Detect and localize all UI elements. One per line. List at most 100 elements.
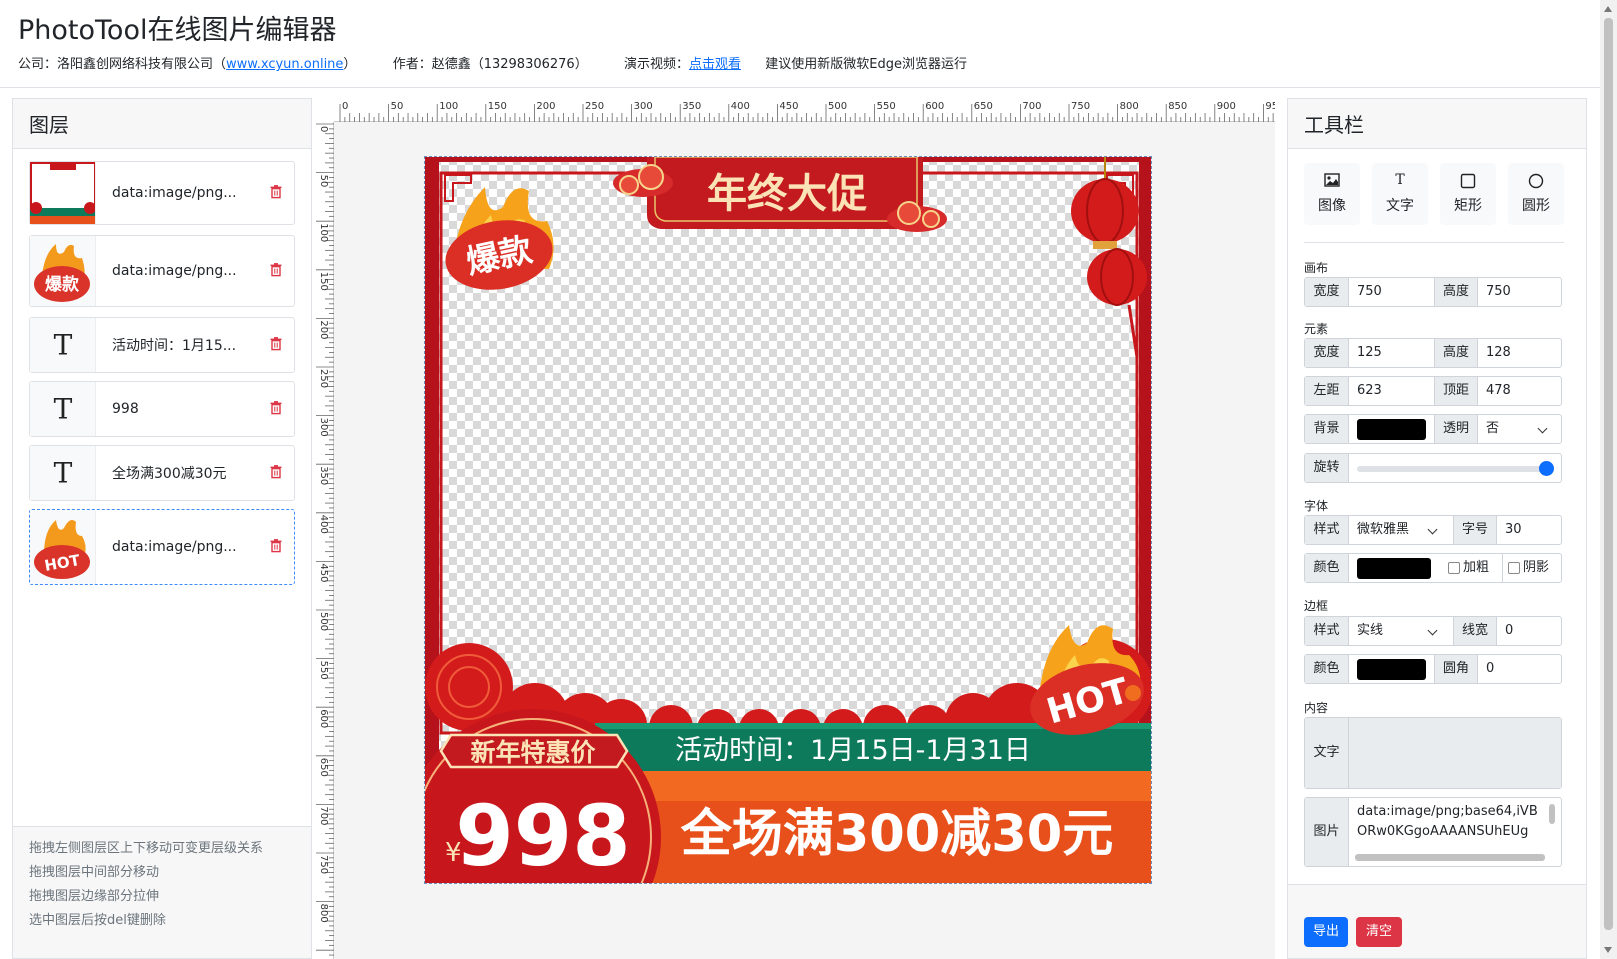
ruler-label: 200 (318, 320, 329, 339)
font-section-label: 字体 (1304, 499, 1329, 513)
tip-item: 拖拽左侧图层区上下移动可变更层级关系 (29, 841, 264, 856)
element-position-row: 左距 623 顶距 478 (1304, 376, 1562, 406)
layer-label: data:image/png... (112, 185, 237, 201)
font-color-row: 颜色 加粗 阴影 (1304, 553, 1562, 583)
textarea-hscroll-thumb[interactable] (1355, 854, 1545, 861)
ruler-label: 550 (877, 101, 896, 112)
bold-label: 加粗 (1463, 560, 1490, 575)
ruler-label: 100 (318, 223, 329, 242)
tip-item: 选中图层后按del键删除 (29, 913, 166, 928)
text-icon: T (1395, 172, 1405, 188)
company-close: ） (343, 57, 357, 72)
font-size-input[interactable]: 30 (1497, 516, 1561, 544)
border-style-select[interactable]: 实线 (1349, 617, 1453, 645)
tool-circle-button[interactable]: 圆形 (1508, 163, 1564, 225)
canvas-size-row: 宽度 750 高度 750 (1304, 277, 1562, 307)
discount-text: 全场满300减30元 (680, 805, 1113, 864)
trash-icon[interactable] (270, 465, 282, 479)
trash-icon[interactable] (270, 337, 282, 351)
canvas-height-input[interactable]: 750 (1478, 278, 1561, 306)
clear-button[interactable]: 清空 (1356, 917, 1402, 947)
ruler-label: 500 (318, 612, 329, 631)
thumb-hot-sale-text: 爆款 (45, 274, 80, 295)
scroll-thumb[interactable] (1604, 18, 1613, 930)
ruler-label: 650 (974, 101, 993, 112)
export-button[interactable]: 导出 (1304, 917, 1348, 947)
activity-text: 活动时间：1月15日-1月31日 (675, 735, 1031, 766)
ruler-label: 650 (318, 758, 329, 777)
ruler-corner (312, 98, 334, 122)
font-family-select[interactable]: 微软雅黑 (1349, 516, 1453, 544)
layer-item[interactable]: 爆款 data:image/png... (29, 235, 295, 307)
text-layer-icon: T (53, 392, 73, 426)
circle-icon (1508, 163, 1564, 191)
layer-item[interactable]: T 998 (29, 381, 295, 437)
text-content-textarea[interactable] (1349, 718, 1561, 788)
ruler-label: 600 (318, 709, 329, 728)
layer-item[interactable]: data:image/png... (29, 161, 295, 225)
font-color-picker[interactable] (1357, 558, 1431, 579)
video-label: 演示视频： (623, 57, 689, 72)
image-icon (1304, 163, 1360, 191)
promo-label: 新年特惠价 (470, 738, 596, 767)
ruler-label: 200 (536, 101, 555, 112)
border-width-input[interactable]: 0 (1497, 617, 1561, 645)
tool-text-button[interactable]: T 文字 (1372, 163, 1428, 225)
scroll-down-icon[interactable] (1604, 947, 1612, 953)
price-text: 998 (455, 787, 630, 884)
canvas-width-input[interactable]: 750 (1349, 278, 1434, 306)
layer-item[interactable]: T 全场满300减30元 (29, 445, 295, 501)
title-banner: 年终大促 (647, 157, 923, 229)
ruler-label: 0 (318, 126, 329, 132)
design-canvas[interactable]: 年终大促 爆款 活动时间：1月15日-1月31日 全场满300减30元 新年特惠… (424, 156, 1152, 884)
trash-icon[interactable] (270, 185, 282, 199)
element-section-label: 元素 (1304, 322, 1329, 336)
rotate-slider-handle[interactable] (1539, 461, 1554, 476)
background-color-picker[interactable] (1357, 419, 1426, 440)
ruler-label: 150 (488, 101, 507, 112)
ruler-label: 450 (779, 101, 798, 112)
border-color-row: 颜色 圆角 0 (1304, 654, 1562, 684)
canvas-workspace[interactable]: 0 50 100 150 200 250 300 350 400 450 500 550 600 650 7… (312, 98, 1275, 959)
layers-title: 图层 (13, 99, 311, 149)
company-link[interactable]: www.xcyun.online (226, 57, 343, 72)
layer-label: 活动时间：1月15... (112, 338, 237, 354)
ruler-label: 600 (925, 101, 944, 112)
trash-icon[interactable] (270, 401, 282, 415)
trash-icon[interactable] (270, 539, 282, 553)
layer-label: 998 (112, 401, 139, 417)
rotate-slider-track[interactable] (1357, 466, 1553, 472)
element-background-row: 背景 透明 否 (1304, 414, 1562, 444)
layer-thumbnail: T (30, 318, 96, 372)
border-section-label: 边框 (1304, 599, 1329, 613)
ruler-label: 750 (1071, 101, 1090, 112)
trash-icon[interactable] (270, 263, 282, 277)
element-width-input[interactable]: 125 (1349, 339, 1434, 367)
element-height-input[interactable]: 128 (1478, 339, 1561, 367)
font-style-row: 样式 微软雅黑 字号 30 (1304, 515, 1562, 545)
ruler-label: 250 (318, 369, 329, 388)
ruler-label: 800 (318, 904, 329, 923)
textarea-vscroll-thumb[interactable] (1549, 804, 1555, 824)
video-link[interactable]: 点击观看 (689, 57, 741, 72)
ruler-label: 50 (318, 175, 329, 188)
ruler-label: 95 (1265, 101, 1275, 112)
border-radius-input[interactable]: 0 (1478, 655, 1561, 683)
layer-item[interactable]: T 活动时间：1月15... (29, 317, 295, 373)
transparent-select[interactable]: 否 (1478, 415, 1561, 443)
header-info: 公司：洛阳鑫创网络科技有限公司（www.xcyun.online） 作者：赵德鑫… (18, 53, 971, 72)
tool-image-button[interactable]: 图像 (1304, 163, 1360, 225)
element-top-input[interactable]: 478 (1478, 377, 1561, 405)
layer-thumbnail (30, 162, 96, 224)
browser-tip: 建议使用新版微软Edge浏览器运行 (765, 57, 968, 72)
ruler-label: 100 (439, 101, 458, 112)
scroll-up-icon[interactable] (1604, 6, 1612, 12)
ruler-label: 700 (318, 806, 329, 825)
layer-item-selected[interactable]: HOT data:image/png... (29, 509, 295, 585)
layer-thumbnail: HOT (30, 510, 96, 584)
page-scrollbar[interactable] (1600, 0, 1617, 959)
element-left-input[interactable]: 623 (1349, 377, 1434, 405)
border-color-picker[interactable] (1357, 659, 1426, 680)
tool-rect-button[interactable]: 矩形 (1440, 163, 1496, 225)
company-label: 公司：洛阳鑫创网络科技有限公司（ (18, 57, 227, 72)
